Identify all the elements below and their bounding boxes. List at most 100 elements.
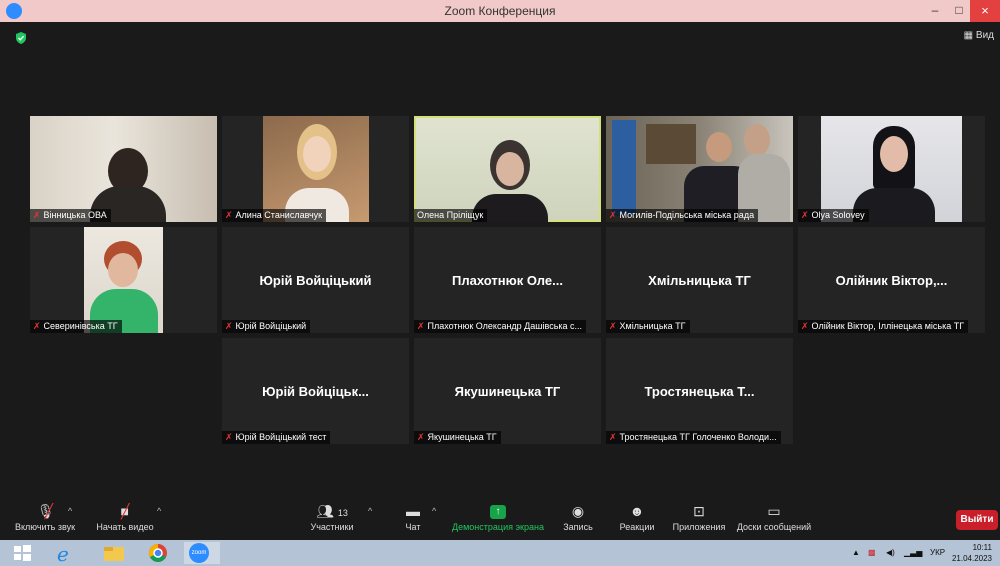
system-clock[interactable]: 10:11 21.04.2023 [952, 542, 992, 564]
participant-tile[interactable]: ✗ Северинівська ТГ [30, 227, 217, 333]
mic-muted-icon: ✗ [417, 432, 425, 442]
participant-label: ✗ Юрій Войціцький тест [222, 431, 331, 444]
svg-text:e: e [57, 542, 69, 564]
whiteboards-button[interactable]: ▭ Доски сообщений [734, 500, 814, 532]
mic-muted-icon: ✗ [609, 321, 617, 331]
mic-muted-icon: ✗ [225, 432, 233, 442]
chrome-icon[interactable] [140, 542, 176, 564]
close-button[interactable]: × [970, 0, 1000, 22]
apps-icon: ⊡ [693, 503, 705, 519]
mic-muted-icon: ✗ [33, 321, 41, 331]
mic-muted-icon: ✗ [609, 432, 617, 442]
clock-time: 10:11 [972, 543, 992, 552]
mic-muted-icon: ✗ [801, 321, 809, 331]
participant-tile[interactable]: Плахотнюк Оле... ✗ Плахотнюк Олександр Да… [414, 227, 601, 333]
participant-label: ✗ Алина Станиславчук [222, 209, 327, 222]
participant-name: Юрій Войціцький [259, 273, 372, 288]
meeting-area: ▦ Вид ✗ Вінницька ОВА ✗ Алина Станиславчук… [0, 22, 1000, 498]
mic-muted-icon: ✗ [33, 210, 41, 220]
chat-button[interactable]: ▬ Чат [398, 500, 428, 532]
participants-icon: 👥︎ [316, 503, 334, 519]
mic-muted-icon: ✗ [225, 321, 233, 331]
participant-tile[interactable]: ✗ Вінницька ОВА [30, 116, 217, 222]
participant-tile[interactable]: Олійник Віктор,... ✗ Олійник Віктор, Іллі… [798, 227, 985, 333]
participant-tile[interactable]: ✗ Olya Solovey [798, 116, 985, 222]
unmute-button[interactable]: 🎙︎╱ Включить звук [10, 500, 80, 532]
language-indicator[interactable]: УКР [930, 548, 945, 557]
smiley-icon: ☻ [629, 503, 645, 519]
participant-name: Тростянецька Т... [644, 384, 755, 399]
window-title-bar: Zoom Конференция – □ × [0, 0, 1000, 22]
start-video-button[interactable]: ■╱ Начать видео [90, 500, 160, 532]
leave-meeting-button[interactable]: Выйти [956, 510, 998, 530]
encryption-shield-icon[interactable] [14, 31, 28, 45]
network-alert-icon[interactable]: ▩ [868, 548, 876, 557]
minimize-button[interactable]: – [928, 3, 942, 17]
apps-button[interactable]: ⊡ Приложения [668, 500, 730, 532]
participant-tile[interactable]: Юрій Войціцьк... ✗ Юрій Войціцький тест [222, 338, 409, 444]
participant-video [606, 116, 793, 222]
participant-video [821, 116, 962, 222]
participant-label: ✗ Северинівська ТГ [30, 320, 122, 333]
window-title: Zoom Конференция [444, 4, 556, 18]
record-button[interactable]: ◉ Запись [558, 500, 598, 532]
participant-tile[interactable]: Якушинецька ТГ ✗ Якушинецька ТГ [414, 338, 601, 444]
participant-label: Олена Пріліщук [414, 209, 488, 222]
participant-label: ✗ Тростянецька ТГ Голоченко Володи... [606, 431, 781, 444]
share-screen-button[interactable]: ↑ Демонстрация экрана [448, 500, 548, 532]
participant-label: ✗ Плахотнюк Олександр Дашівська с... [414, 320, 587, 333]
participant-name: Якушинецька ТГ [454, 384, 561, 399]
participant-name: Плахотнюк Оле... [452, 273, 563, 288]
volume-icon[interactable]: ◀) [886, 548, 895, 557]
mic-muted-icon: ✗ [225, 210, 233, 220]
record-icon: ◉ [571, 503, 585, 519]
participant-label: ✗ Хмільницька ТГ [606, 320, 690, 333]
whiteboard-icon: ▭ [767, 503, 781, 519]
participant-label: ✗ Вінницька ОВА [30, 209, 111, 222]
mic-muted-icon: ✗ [801, 210, 809, 220]
mic-muted-icon: ✗ [417, 321, 425, 331]
chat-chevron-up-icon[interactable]: ^ [432, 506, 436, 516]
participant-label: ✗ Юрій Войціцький [222, 320, 311, 333]
mic-muted-icon: ✗ [609, 210, 617, 220]
participant-label: ✗ Могилів-Подільська міська рада [606, 209, 759, 222]
participant-video [30, 116, 217, 222]
view-button-label: Вид [975, 30, 994, 41]
participant-video [416, 118, 599, 222]
clock-date: 21.04.2023 [951, 554, 992, 563]
camera-off-icon: ■╱ [120, 503, 130, 519]
reactions-button[interactable]: ☻ Реакции [614, 500, 660, 532]
participants-chevron-up-icon[interactable]: ^ [368, 506, 372, 516]
audio-options-chevron-up-icon[interactable]: ^ [68, 506, 72, 516]
participant-video [84, 227, 163, 333]
participant-label: ✗ Олійник Віктор, Іллінецька міська ТГ [798, 320, 969, 333]
participant-video [263, 116, 369, 222]
zoom-taskbar-button[interactable]: zoom [184, 542, 220, 564]
participant-tile[interactable]: ✗ Могилів-Подільська міська рада [606, 116, 793, 222]
participant-tile[interactable]: Юрій Войціцький ✗ Юрій Войціцький [222, 227, 409, 333]
signal-icon[interactable]: ▁▃▅ [904, 548, 922, 557]
grid-icon: ▦ [963, 30, 974, 41]
participant-tile[interactable]: ✗ Алина Станиславчук [222, 116, 409, 222]
participant-tile[interactable]: Тростянецька Т... ✗ Тростянецька ТГ Голоч… [606, 338, 793, 444]
participant-tile[interactable]: Хмільницька ТГ ✗ Хмільницька ТГ [606, 227, 793, 333]
video-options-chevron-up-icon[interactable]: ^ [157, 506, 161, 516]
meeting-toolbar: 🎙︎╱ Включить звук ^ ■╱ Начать видео ^ 👥︎… [0, 498, 1000, 540]
tray-chevron-up-icon[interactable]: ▲ [852, 548, 860, 557]
participants-count: 13 [337, 508, 348, 518]
internet-explorer-icon[interactable]: e [48, 542, 84, 564]
zoom-taskbar-icon: zoom [189, 543, 209, 563]
participant-name: Юрій Войціцьк... [262, 384, 369, 399]
participants-button[interactable]: 👥︎ 13 Участники [302, 500, 362, 532]
chat-icon: ▬ [406, 503, 420, 519]
windows-taskbar: e zoom ▲ ▩ ◀) ▁▃▅ УКР 10:11 21.04.2023 [0, 540, 1000, 566]
view-button[interactable]: ▦ Вид [964, 30, 994, 41]
participant-name: Олійник Віктор,... [835, 273, 948, 288]
participant-tile-active-speaker[interactable]: Олена Пріліщук [414, 116, 601, 222]
participant-name: Хмільницька ТГ [648, 273, 751, 288]
share-screen-icon: ↑ [490, 505, 506, 520]
maximize-button[interactable]: □ [952, 3, 966, 17]
participant-label: ✗ Якушинецька ТГ [414, 431, 501, 444]
file-explorer-icon[interactable] [96, 542, 132, 564]
windows-start-icon[interactable] [4, 542, 40, 564]
